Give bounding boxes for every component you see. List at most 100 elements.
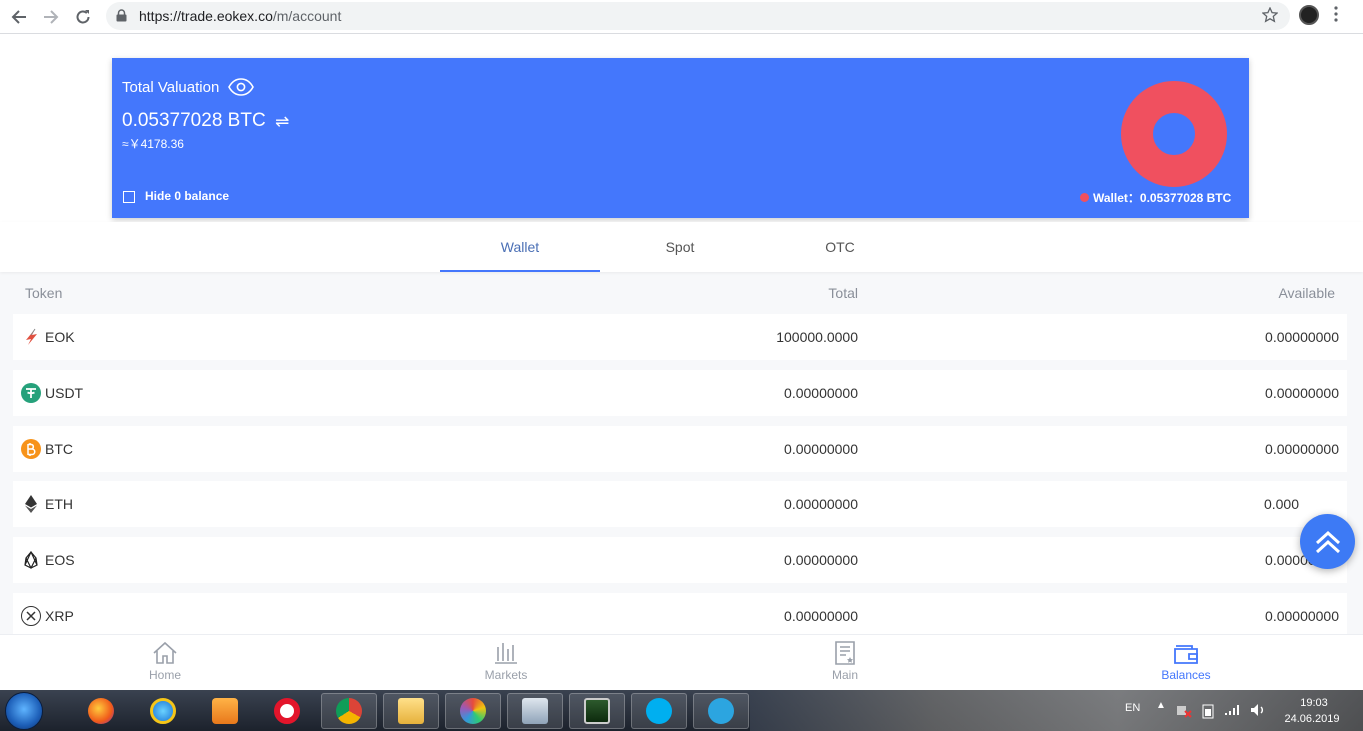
bottom-nav: Home Markets Main Balances [0,634,1363,690]
arrow-right-icon [44,10,59,24]
token-total: 0.00000000 [784,441,858,457]
clock-date[interactable]: 24.06.2019 [1280,713,1344,725]
header-total: Total [828,285,858,301]
token-name: ETH [45,496,73,512]
start-button[interactable] [5,692,43,730]
token-available: 0.00000000 [1265,441,1339,457]
table-header: Token Total Available [0,282,1363,306]
valuation-title: Total Valuation [122,79,220,96]
tab-otc[interactable]: OTC [760,222,920,272]
eth-icon [21,494,41,514]
eok-icon [21,327,41,347]
donut-slice-wallet [1121,81,1227,187]
back-button[interactable] [6,4,32,30]
eos-icon [21,550,41,570]
legend-dot-wallet [1080,193,1089,202]
hide-zero-checkbox[interactable] [123,191,135,203]
table-row[interactable]: ETH 0.00000000 0.000 [13,481,1347,527]
header-token: Token [25,285,63,301]
bookmark-star-icon[interactable] [1262,7,1278,23]
swap-icon[interactable]: ⇌ [275,112,289,132]
double-chevron-up-icon [1315,530,1340,553]
token-name: EOK [45,329,75,345]
opera-taskbar-icon[interactable] [259,693,315,729]
nav-main-label: Main [831,668,858,682]
token-total: 0.00000000 [784,496,858,512]
skype-taskbar-icon[interactable] [631,693,687,729]
arrow-left-icon [11,10,26,24]
valuation-amount: 0.05377028 BTC [122,110,266,131]
token-name: BTC [45,441,73,457]
tab-spot[interactable]: Spot [600,222,760,272]
monitor-taskbar-icon[interactable] [569,693,625,729]
token-total: 0.00000000 [784,552,858,568]
signal-icon[interactable] [1225,704,1241,716]
reload-icon [76,10,90,24]
more-vertical-icon[interactable] [1334,6,1338,22]
chrome-taskbar-icon[interactable] [321,693,377,729]
bar-chart-icon [495,643,517,664]
network-error-icon[interactable] [1176,704,1192,718]
token-name: EOS [45,552,75,568]
balance-tabs: Wallet Spot OTC [0,222,1363,272]
nav-home-label: Home [148,668,181,682]
volume-icon[interactable] [1250,703,1266,717]
table-row[interactable]: EOS 0.00000000 0.00000000 [13,537,1347,583]
token-name: XRP [45,608,74,624]
tray-expand-icon[interactable]: ▲ [1156,700,1166,711]
legend-wallet: Wallet：0.05377028 BTC [1093,191,1232,205]
table-row[interactable]: EOK 100000.0000 0.00000000 [13,314,1347,360]
nav-main[interactable]: Main [785,635,905,691]
address-bar[interactable]: https://trade.eokex.co/m/account [106,2,1290,30]
forward-button[interactable] [38,4,64,30]
eye-icon[interactable] [228,78,254,96]
table-row[interactable]: BTC 0.00000000 0.00000000 [13,426,1347,472]
account-page: Total Valuation 0.05377028 BTC ⇌ ≈￥4178.… [0,34,1363,690]
xrp-icon [21,606,41,626]
token-total: 0.00000000 [784,608,858,624]
token-total: 100000.0000 [776,329,858,345]
home-icon [153,641,177,664]
language-indicator[interactable]: EN [1125,702,1140,714]
taskbar-background [750,690,1363,731]
btc-icon [21,439,41,459]
lock-icon [116,9,127,22]
nav-balances-label: Balances [1161,668,1211,682]
clock-time[interactable]: 19:03 [1284,697,1344,709]
calculator-taskbar-icon[interactable] [507,693,563,729]
hide-zero-label: Hide 0 balance [145,189,230,203]
ie-taskbar-icon[interactable] [135,693,191,729]
battery-icon[interactable] [1202,703,1214,719]
telegram-taskbar-icon[interactable] [693,693,749,729]
paint-taskbar-icon[interactable] [445,693,501,729]
token-available: 0.00000000 [1265,329,1339,345]
reload-button[interactable] [70,4,96,30]
wallet-icon [1174,645,1198,664]
document-icon [835,641,855,665]
profile-avatar[interactable] [1299,5,1319,25]
media-player-taskbar-icon[interactable] [197,693,253,729]
table-row[interactable]: USDT 0.00000000 0.00000000 [13,370,1347,416]
url-text: https://trade.eokex.co/m/account [139,8,341,24]
usdt-icon [21,383,41,403]
token-available: 0.000 [1263,496,1299,512]
firefox-taskbar-icon[interactable] [73,693,129,729]
nav-balances[interactable]: Balances [1126,635,1246,691]
valuation-card: Total Valuation 0.05377028 BTC ⇌ ≈￥4178.… [112,58,1249,218]
browser-toolbar: https://trade.eokex.co/m/account [0,0,1363,34]
header-available: Available [1278,285,1335,301]
explorer-taskbar-icon[interactable] [383,693,439,729]
table-row[interactable]: XRP 0.00000000 0.00000000 [13,593,1347,639]
nav-markets[interactable]: Markets [446,635,566,691]
url-path: /m/account [272,8,342,24]
url-host: https://trade.eokex.co [139,8,273,24]
tab-wallet[interactable]: Wallet [440,222,600,272]
token-total: 0.00000000 [784,385,858,401]
token-available: 0.00000000 [1265,385,1339,401]
wallet-donut-chart [1121,81,1227,187]
token-available: 0.00000000 [1265,608,1339,624]
scroll-top-button[interactable] [1300,514,1355,569]
valuation-cny: ≈￥4178.36 [122,137,184,151]
nav-home[interactable]: Home [105,635,225,691]
os-taskbar: EN ▲ 19:03 24.06.2019 [0,690,1363,731]
